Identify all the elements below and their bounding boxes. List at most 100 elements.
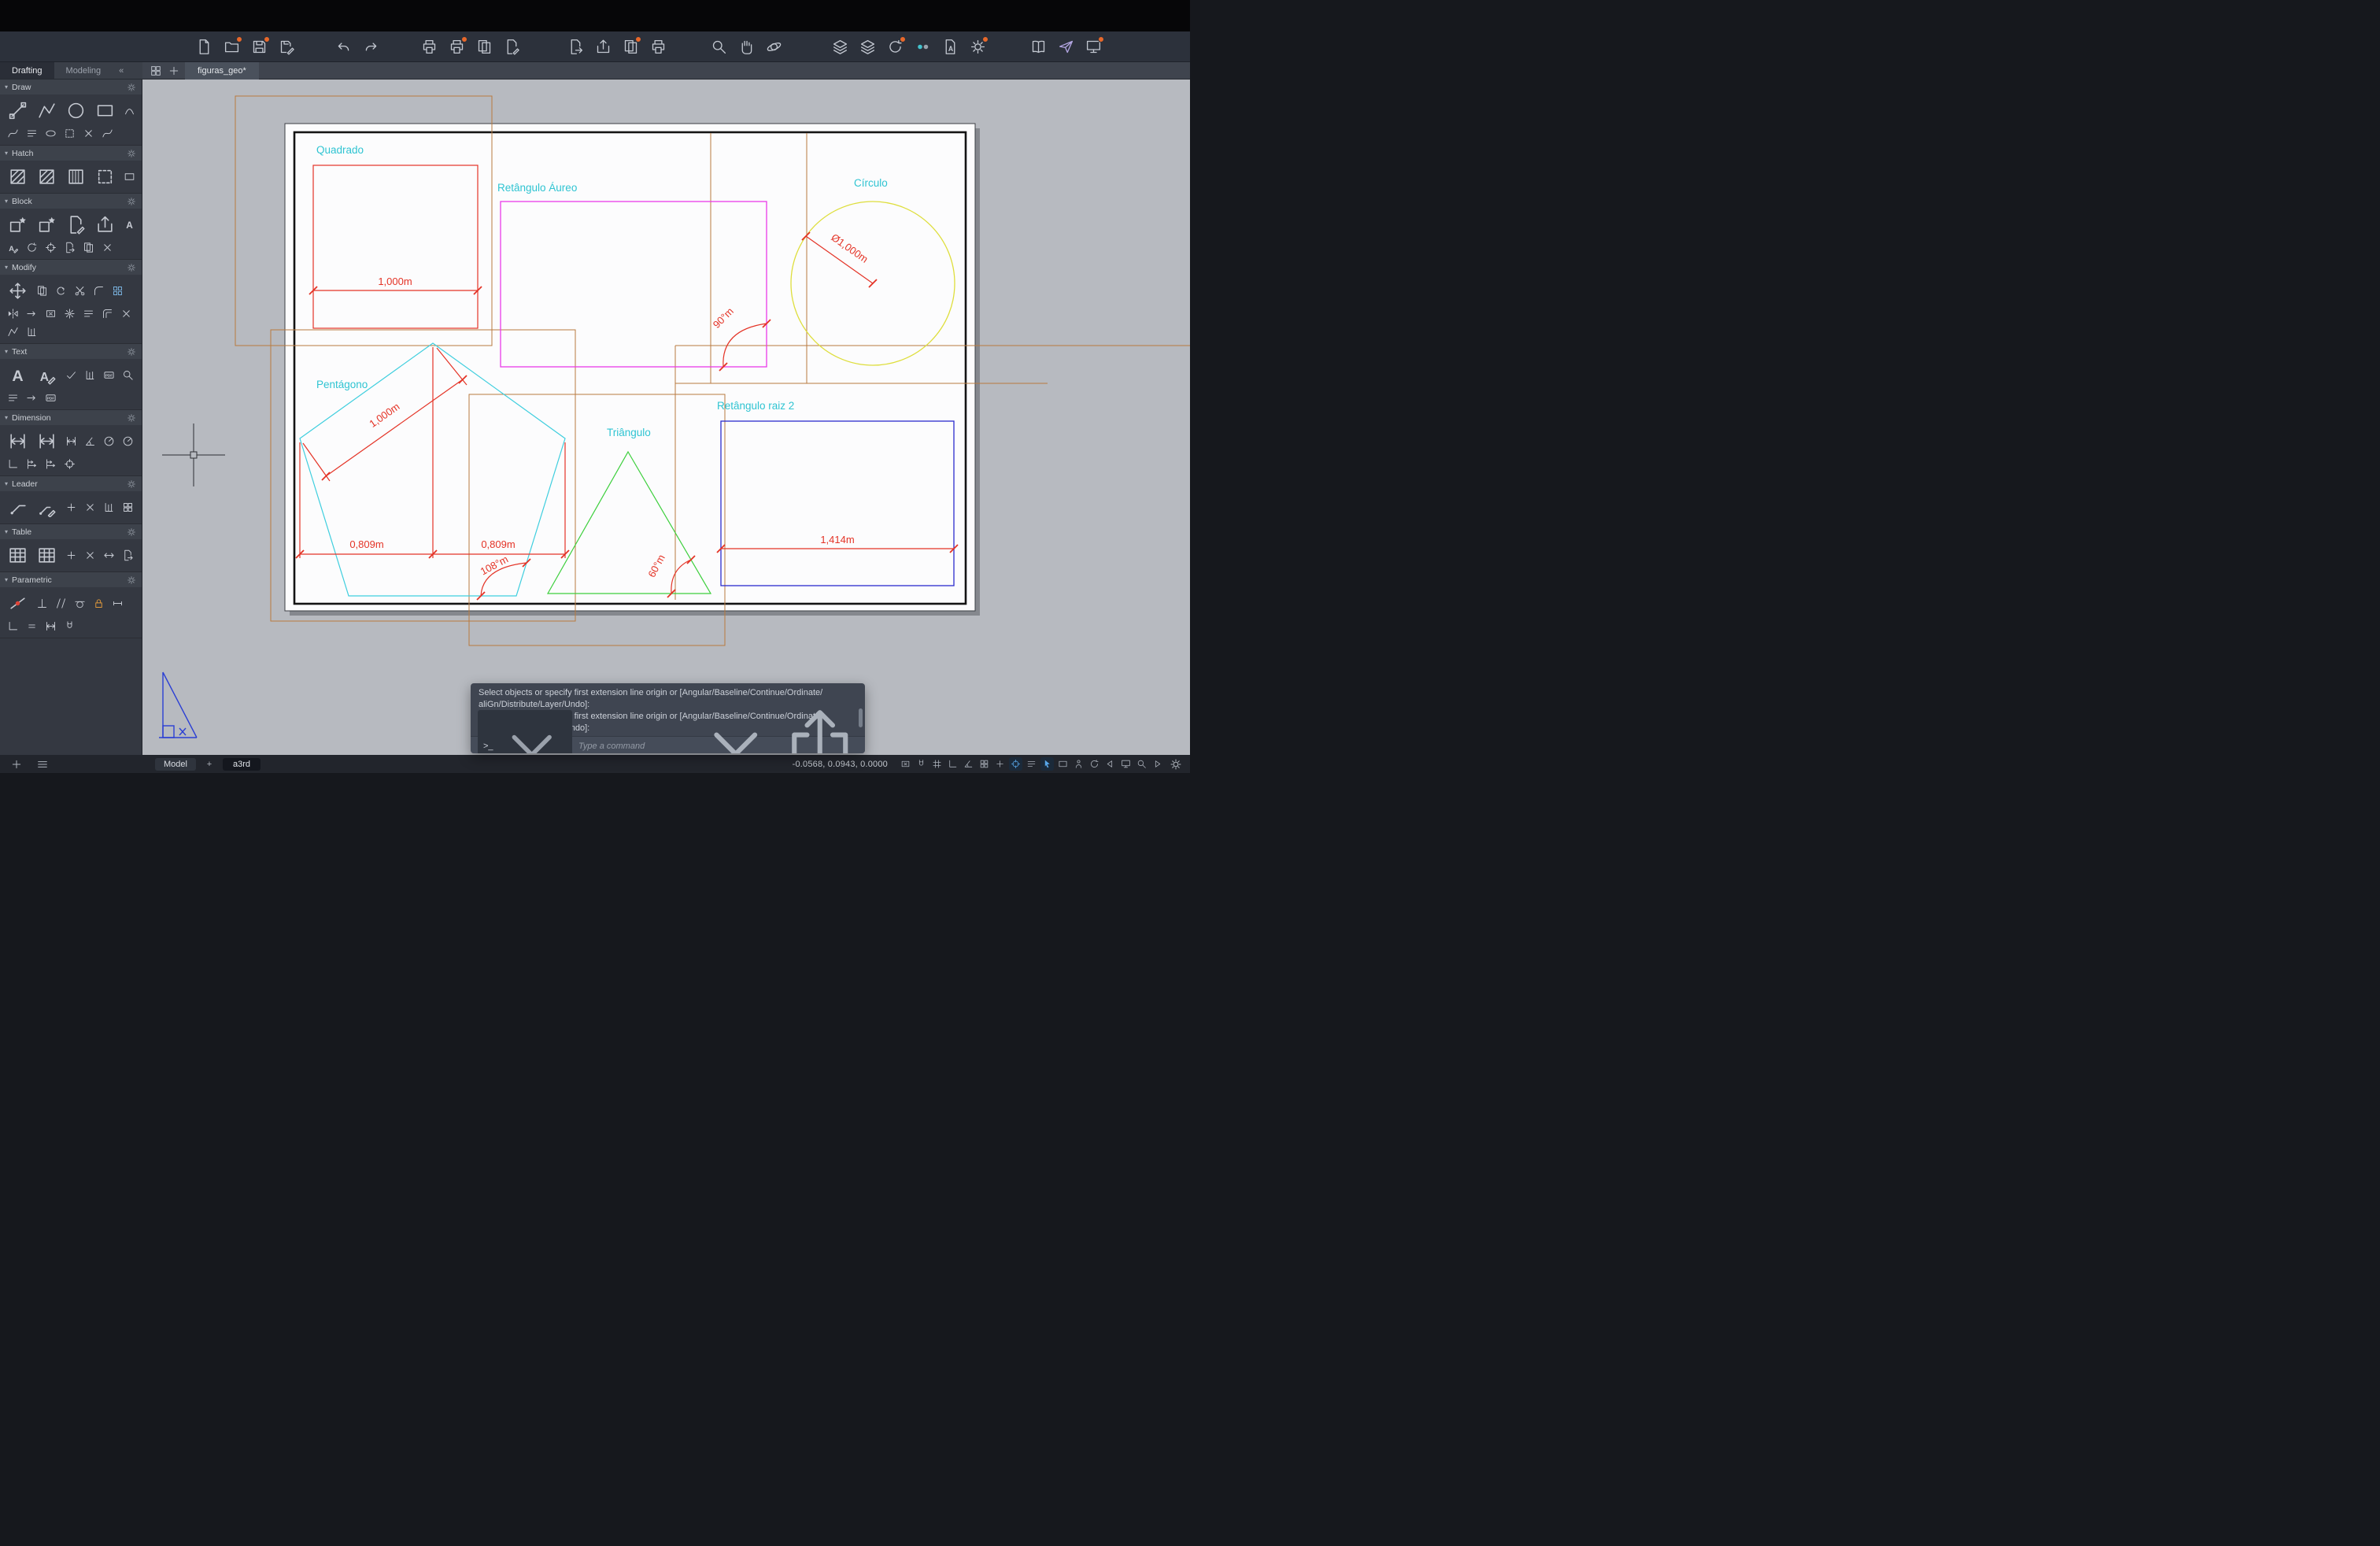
palette-header-dimension[interactable]: ▾Dimension (0, 410, 142, 425)
tool-justify-text[interactable] (5, 390, 20, 405)
autoscale-icon[interactable] (1088, 757, 1101, 771)
tool-smart-dimension[interactable] (5, 428, 31, 453)
tool-mirror[interactable] (5, 305, 20, 321)
tool-hatch-pattern[interactable] (34, 164, 60, 189)
reference-manager-icon[interactable] (1028, 36, 1048, 57)
section-gear-icon[interactable] (126, 412, 137, 423)
tool-edit-block[interactable] (63, 212, 89, 237)
tool-edit-table[interactable] (34, 542, 60, 568)
selection-cycling-icon[interactable] (1040, 757, 1054, 771)
quadrado-dim-text[interactable]: 1,000m (378, 276, 412, 287)
tool-find-text[interactable] (120, 367, 135, 383)
tool-set-base-point[interactable] (42, 239, 58, 255)
status-settings-icon[interactable] (1170, 758, 1182, 771)
tool-import-pdf[interactable] (101, 367, 116, 383)
ortho-mode-icon[interactable] (946, 757, 959, 771)
tool-ellipse[interactable] (42, 125, 58, 141)
orbit-icon[interactable] (763, 36, 784, 57)
tool-linear-dimension[interactable] (34, 428, 60, 453)
tool-insert-block[interactable] (5, 212, 31, 237)
palette-header-hatch[interactable]: ▾Hatch (0, 146, 142, 161)
palette-header-table[interactable]: ▾Table (0, 524, 142, 539)
tool-horizontal-constraint[interactable] (109, 595, 125, 611)
pentagono-dim-left-text[interactable]: 0,809m (349, 538, 383, 550)
tool-join[interactable] (5, 324, 20, 339)
pentagono-label[interactable]: Pentágono (316, 379, 368, 390)
tool-polyline[interactable] (34, 98, 60, 123)
tool-align[interactable] (24, 324, 39, 339)
tool-hatch[interactable] (5, 164, 31, 189)
tool-fillet[interactable] (91, 283, 106, 298)
tool-equal-constraint[interactable] (24, 618, 39, 634)
tool-baseline-dimension[interactable] (24, 456, 39, 472)
circulo-label[interactable]: Círculo (854, 177, 888, 189)
tool-aligned-dimension[interactable] (63, 433, 79, 449)
tool-export-pdf[interactable] (42, 390, 58, 405)
tool-define-attribute[interactable] (121, 216, 137, 232)
tool-remove-leader[interactable] (82, 499, 98, 515)
tool-scale[interactable] (24, 305, 39, 321)
palette-header-draw[interactable]: ▾Draw (0, 80, 142, 94)
palette-header-parametric[interactable]: ▾Parametric (0, 572, 142, 587)
tool-offset[interactable] (99, 305, 115, 321)
save-as-icon[interactable] (276, 36, 297, 57)
section-gear-icon[interactable] (126, 262, 137, 273)
layer-properties-icon[interactable] (830, 36, 850, 57)
layer-states-icon[interactable] (885, 36, 905, 57)
section-gear-icon[interactable] (126, 82, 137, 93)
tool-block-editor[interactable] (80, 239, 96, 255)
palette-header-leader[interactable]: ▾Leader (0, 476, 142, 491)
tool-rotate[interactable] (53, 283, 68, 298)
color-settings-icon[interactable] (912, 36, 933, 57)
tool-lock-constraint[interactable] (91, 595, 106, 611)
isolate-objects-icon[interactable] (1135, 757, 1148, 771)
retangulo-aureo-label[interactable]: Retângulo Áureo (497, 182, 577, 194)
tool-angular-dimension[interactable] (82, 433, 98, 449)
tool-export-block[interactable] (61, 239, 77, 255)
annotation-scale-icon[interactable] (1103, 757, 1117, 771)
hardware-acceleration-icon[interactable] (1151, 757, 1164, 771)
print-preview-icon[interactable] (474, 36, 494, 57)
layer-match-icon[interactable] (857, 36, 878, 57)
tool-break[interactable] (118, 305, 134, 321)
infer-constraints-icon[interactable] (899, 757, 912, 771)
tool-center-mark[interactable] (61, 456, 77, 472)
new-file-icon[interactable] (194, 36, 214, 57)
command-input[interactable] (578, 742, 691, 751)
viewport-layout-icon[interactable] (149, 65, 163, 77)
workspace-icon[interactable] (1119, 757, 1133, 771)
tool-mtext[interactable] (5, 362, 31, 387)
command-history-scrollbar[interactable] (859, 708, 863, 727)
tool-copy[interactable] (34, 283, 50, 298)
layout-tab-a3rd[interactable]: a3rd (223, 758, 261, 771)
zoom-icon[interactable] (708, 36, 729, 57)
open-file-icon[interactable] (221, 36, 242, 57)
object-snap-icon[interactable] (1009, 757, 1022, 771)
dynamic-input-icon[interactable] (1056, 757, 1070, 771)
new-tab-icon[interactable] (167, 65, 181, 77)
model-tab[interactable]: Model (155, 758, 196, 771)
palette-header-text[interactable]: ▾Text (0, 344, 142, 359)
tool-tangent-constraint[interactable] (72, 595, 87, 611)
polar-tracking-icon[interactable] (962, 757, 975, 771)
annotation-visibility-icon[interactable] (1072, 757, 1085, 771)
lineweight-icon[interactable] (1025, 757, 1038, 771)
system-monitor-icon[interactable] (1083, 36, 1103, 57)
document-tab[interactable]: figuras_geo* (185, 62, 259, 80)
redo-icon[interactable] (360, 36, 381, 57)
tool-rectangle[interactable] (92, 98, 118, 123)
palette-header-modify[interactable]: ▾Modify (0, 260, 142, 275)
tool-ordinate-dimension[interactable] (5, 456, 20, 472)
tool-clip[interactable] (42, 305, 58, 321)
tool-purge[interactable] (99, 239, 115, 255)
tool-manage-blocks[interactable] (92, 212, 118, 237)
section-gear-icon[interactable] (126, 527, 137, 538)
tool-dimensional-constraint[interactable] (42, 618, 58, 634)
section-gear-icon[interactable] (126, 346, 137, 357)
publish-icon[interactable] (648, 36, 668, 57)
tool-gradient[interactable] (63, 164, 89, 189)
save-icon[interactable] (249, 36, 269, 57)
text-styles-icon[interactable] (940, 36, 960, 57)
quadrado-label[interactable]: Quadrado (316, 144, 364, 156)
tool-delete-rows[interactable] (82, 547, 98, 563)
